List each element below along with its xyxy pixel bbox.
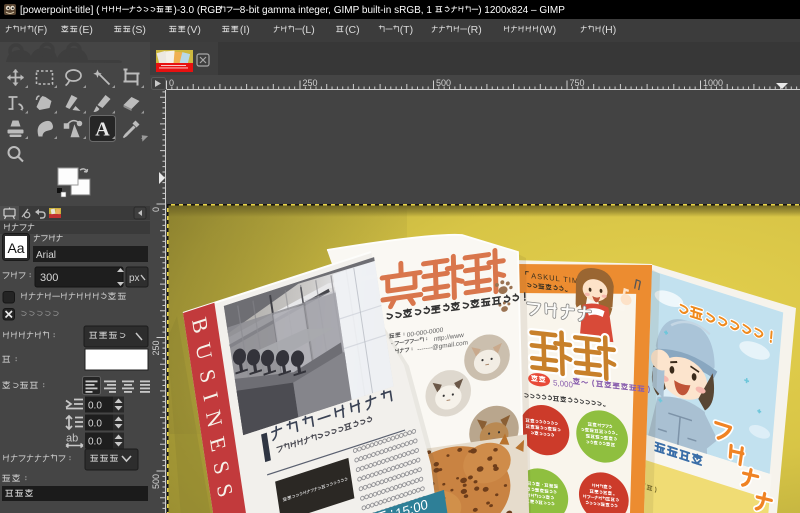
svg-text:(F): (F) — [34, 24, 47, 36]
svg-text:(L): (L) — [302, 24, 315, 36]
svg-text:[powerpoint-title] (: [powerpoint-title] ( — [20, 5, 100, 16]
svg-text:(I): (I) — [240, 24, 250, 36]
svg-text:Arial: Arial — [36, 250, 56, 261]
svg-text:500: 500 — [151, 474, 161, 489]
svg-text:Aa: Aa — [7, 240, 24, 256]
svg-text:) 1200x824 – GIMP: ) 1200x824 – GIMP — [478, 5, 565, 16]
svg-text:)-3.0 (RGB: )-3.0 (RGB — [174, 5, 223, 16]
svg-text:A: A — [95, 119, 110, 141]
svg-text:0.0: 0.0 — [88, 401, 102, 412]
svg-text:(E): (E) — [79, 24, 93, 36]
svg-text:px: px — [129, 273, 140, 284]
svg-text:0.0: 0.0 — [88, 419, 102, 430]
svg-text:250: 250 — [303, 78, 318, 88]
svg-text:(R): (R) — [467, 24, 482, 36]
svg-text:(C): (C) — [345, 24, 360, 36]
svg-text:0: 0 — [169, 78, 174, 88]
svg-text:250: 250 — [151, 341, 161, 356]
svg-text:ab: ab — [66, 433, 78, 445]
svg-text:300: 300 — [40, 272, 58, 284]
svg-text:0.0: 0.0 — [88, 437, 102, 448]
svg-text:(T): (T) — [400, 24, 413, 36]
svg-text:(W): (W) — [539, 24, 556, 36]
svg-text:1000: 1000 — [703, 78, 723, 88]
svg-text:(S): (S) — [132, 24, 146, 36]
svg-text:0: 0 — [151, 207, 161, 212]
svg-text:750: 750 — [570, 78, 585, 88]
svg-text:(H): (H) — [602, 24, 617, 36]
svg-text:(V): (V) — [187, 24, 201, 36]
svg-text:500: 500 — [436, 78, 451, 88]
svg-text:8-bit gamma integer, GIMP buil: 8-bit gamma integer, GIMP built-in sRGB,… — [240, 5, 433, 16]
